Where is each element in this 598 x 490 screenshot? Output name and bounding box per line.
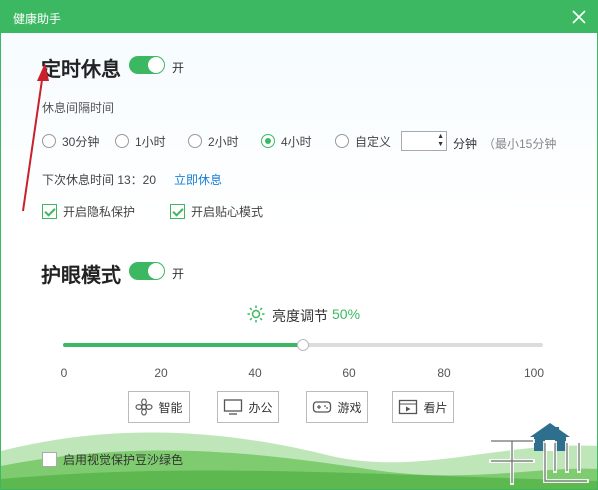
radio-circle: [115, 134, 129, 148]
radio-2hour[interactable]: 2小时: [188, 133, 239, 149]
rest-toggle[interactable]: [129, 56, 165, 74]
close-icon: [572, 10, 586, 24]
custom-unit: 分钟: [453, 137, 478, 151]
watermark-logo: [489, 439, 589, 485]
checkbox-label: 开启贴心模式: [191, 205, 264, 219]
eye-toggle[interactable]: [129, 262, 165, 280]
annotation-arrow: [22, 63, 49, 212]
next-rest-time: 下次休息时间 13：20: [42, 173, 157, 187]
radio-label: 1小时: [135, 134, 166, 149]
custom-minutes-spinner[interactable]: ▲ ▼: [401, 131, 447, 151]
spinner-arrows-icon[interactable]: ▲ ▼: [437, 133, 444, 149]
toggle-knob: [148, 57, 164, 73]
radio-4hour[interactable]: 4小时: [261, 133, 312, 149]
slider-thumb[interactable]: [297, 339, 309, 351]
bean-green-checkbox[interactable]: 启用视觉保护豆沙绿色: [42, 451, 183, 468]
checkbox-box: [42, 452, 57, 467]
slider-fill: [63, 343, 303, 347]
radio-custom[interactable]: 自定义: [335, 133, 391, 149]
slider-tick: 80: [437, 366, 451, 380]
radio-circle: [188, 134, 202, 148]
checkbox-label: 开启隐私保护: [63, 205, 136, 219]
window-title: 健康助手: [13, 12, 62, 26]
health-assistant-window: 健康助手 定时休息 开 休息间隔时间 30分钟 1小时 2小时 4小时 自定义 …: [0, 0, 598, 490]
slider-tick: 20: [154, 366, 168, 380]
slider-tick: 100: [523, 366, 545, 380]
rest-now-link[interactable]: 立即休息: [174, 171, 222, 188]
title-bar: 健康助手: [1, 1, 597, 33]
close-button[interactable]: [569, 7, 589, 27]
slider-tick: 40: [248, 366, 262, 380]
checkbox-box: [170, 204, 185, 219]
rest-toggle-text: 开: [172, 61, 185, 75]
brightness-slider[interactable]: [63, 339, 543, 351]
care-mode-checkbox[interactable]: 开启贴心模式: [170, 203, 263, 220]
slider-tick: 0: [60, 366, 68, 380]
radio-label: 30分钟: [62, 134, 100, 149]
sun-icon: [247, 305, 265, 323]
brightness-label: 亮度调节: [272, 308, 328, 324]
radio-label: 2小时: [208, 134, 239, 149]
slider-tick: 60: [342, 366, 356, 380]
brightness-value: 50%: [332, 306, 361, 322]
eye-section-title: 护眼模式: [41, 263, 121, 287]
radio-circle: [261, 134, 275, 148]
radio-1hour[interactable]: 1小时: [115, 133, 166, 149]
eye-toggle-text: 开: [172, 267, 185, 281]
custom-hint: （最小15分钟: [483, 137, 557, 151]
toggle-knob: [148, 263, 164, 279]
radio-circle: [335, 134, 349, 148]
radio-label: 自定义: [355, 134, 392, 149]
radio-label: 4小时: [281, 134, 312, 149]
checkbox-label: 启用视觉保护豆沙绿色: [63, 453, 184, 467]
privacy-checkbox[interactable]: 开启隐私保护: [42, 203, 135, 220]
